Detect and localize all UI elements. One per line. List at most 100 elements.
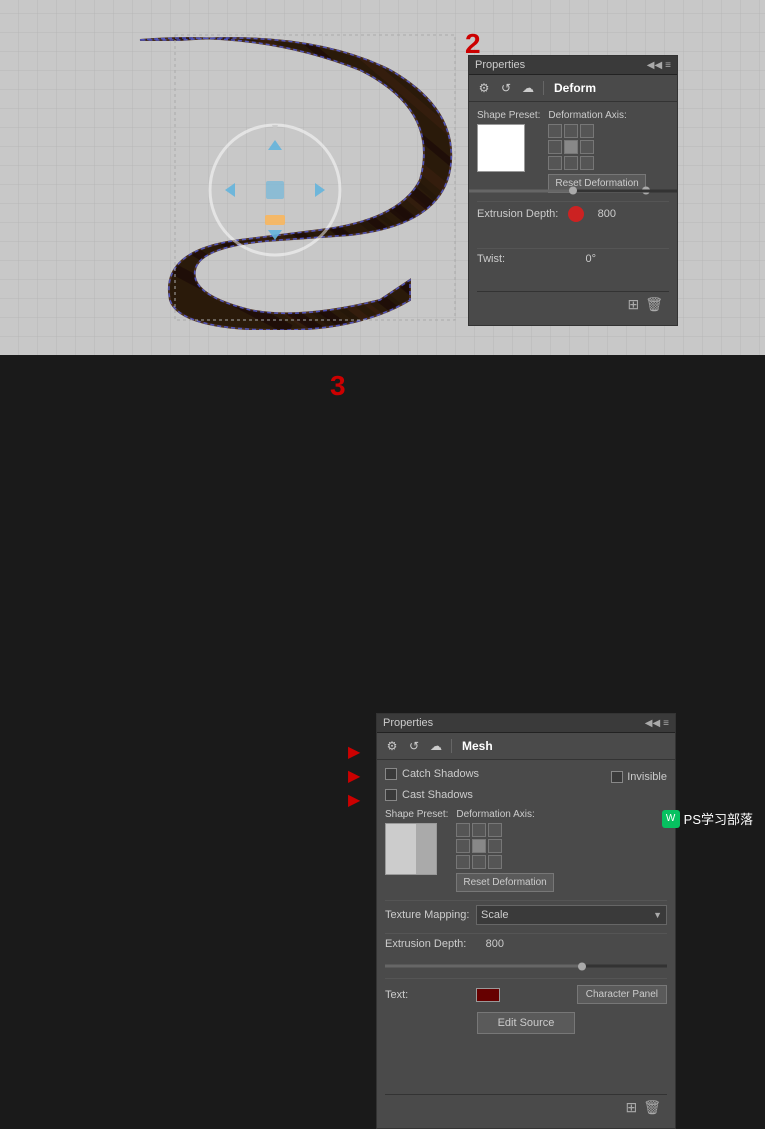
toolbar-icon-3[interactable]: ☁ bbox=[519, 79, 537, 97]
toolbar-icon-b2[interactable]: ↺ bbox=[405, 737, 423, 755]
axis-dot-b9[interactable] bbox=[488, 855, 502, 869]
panel-bottom-icon-b2[interactable]: 🗑 bbox=[643, 1099, 661, 1116]
red-arrow-1: ▶ bbox=[348, 745, 360, 761]
axis-dot-b7[interactable] bbox=[456, 855, 470, 869]
axis-dot-b2[interactable] bbox=[472, 823, 486, 837]
panel-icons-right: ◀◀ ≡ bbox=[647, 60, 671, 71]
canvas-area: 2 Properties ◀◀ ≡ ⚙ ↺ ☁ Deform Shape Pre… bbox=[0, 0, 765, 355]
panel-title-top: Properties bbox=[475, 59, 525, 71]
texture-mapping-row: Texture Mapping: Scale ▼ bbox=[385, 905, 667, 925]
axis-dot-6[interactable] bbox=[580, 140, 594, 154]
deformation-axis-label-bottom: Deformation Axis: bbox=[456, 809, 553, 820]
cast-shadows-checkbox[interactable] bbox=[385, 789, 397, 801]
twist-label: Twist: bbox=[477, 253, 562, 265]
extrusion-red-dot bbox=[568, 206, 584, 222]
panel-toolbar-top: ⚙ ↺ ☁ Deform bbox=[469, 75, 677, 102]
step-label-3: 3 bbox=[330, 370, 346, 402]
extrusion-depth-row-top: Extrusion Depth: 800 bbox=[477, 206, 669, 222]
extrusion-depth-value-bottom: 800 bbox=[476, 938, 504, 950]
toolbar-icon-1[interactable]: ⚙ bbox=[475, 79, 493, 97]
panel-bottom-icons-top: ⊞ 🗑 bbox=[477, 291, 669, 317]
axis-dot-5[interactable] bbox=[564, 140, 578, 154]
extrusion-slider-track-bottom[interactable] bbox=[385, 965, 667, 968]
cast-shadows-checkbox-row: Cast Shadows bbox=[385, 789, 667, 801]
panel-icons-right-bottom: ◀◀ ≡ bbox=[645, 718, 669, 729]
red-arrow-2: ▶ bbox=[348, 769, 360, 785]
texture-mapping-select[interactable]: Scale ▼ bbox=[476, 905, 667, 925]
panel-collapse-icon[interactable]: ◀◀ bbox=[647, 60, 662, 71]
panel-collapse-icon-bottom[interactable]: ◀◀ bbox=[645, 718, 660, 729]
axis-dot-b1[interactable] bbox=[456, 823, 470, 837]
red-arrow-3: ▶ bbox=[348, 793, 360, 809]
texture-mapping-label: Texture Mapping: bbox=[385, 909, 470, 921]
axis-dot-b3[interactable] bbox=[488, 823, 502, 837]
wechat-icon: W bbox=[662, 810, 680, 828]
extrusion-depth-label-bottom: Extrusion Depth: bbox=[385, 938, 470, 950]
shape-preset-box-top[interactable] bbox=[477, 124, 525, 172]
deformation-axis-section-bottom: Deformation Axis: Reset Deformation bbox=[456, 809, 553, 892]
text-label: Text: bbox=[385, 989, 470, 1001]
axis-dot-b8[interactable] bbox=[472, 855, 486, 869]
reset-deformation-btn-bottom[interactable]: Reset Deformation bbox=[456, 873, 553, 892]
catch-shadows-checkbox-row: Catch Shadows bbox=[385, 768, 479, 780]
extrusion-slider-thumb-bottom[interactable] bbox=[578, 962, 586, 970]
axis-dot-3[interactable] bbox=[580, 124, 594, 138]
section-title-bottom: Mesh bbox=[462, 739, 493, 753]
axis-dot-7[interactable] bbox=[548, 156, 562, 170]
panel-menu-icon-bottom[interactable]: ≡ bbox=[663, 718, 669, 729]
extrusion-slider-container-top bbox=[477, 230, 669, 244]
watermark-text: PS学习部落 bbox=[684, 809, 753, 828]
invisible-checkbox[interactable] bbox=[611, 771, 623, 783]
extrusion-depth-row-bottom: Extrusion Depth: 800 bbox=[385, 938, 667, 950]
axis-dot-8[interactable] bbox=[564, 156, 578, 170]
extrusion-slider-fill-bottom bbox=[385, 965, 582, 968]
toolbar-icon-b3[interactable]: ☁ bbox=[427, 737, 445, 755]
twist-slider-track[interactable] bbox=[469, 189, 677, 192]
toolbar-icon-2[interactable]: ↺ bbox=[497, 79, 515, 97]
axis-dot-2[interactable] bbox=[564, 124, 578, 138]
text-row: Text: Character Panel bbox=[385, 985, 667, 1004]
axis-dot-4[interactable] bbox=[548, 140, 562, 154]
axis-dot-1[interactable] bbox=[548, 124, 562, 138]
axis-dot-9[interactable] bbox=[580, 156, 594, 170]
shape-preset-section-bottom: Shape Preset: bbox=[385, 809, 448, 875]
invisible-box: Invisible bbox=[611, 768, 667, 785]
invisible-label: Invisible bbox=[627, 771, 667, 783]
twist-slider-fill bbox=[469, 189, 573, 192]
axis-dot-b4[interactable] bbox=[456, 839, 470, 853]
character-panel-btn[interactable]: Character Panel bbox=[577, 985, 667, 1004]
axis-dot-b6[interactable] bbox=[488, 839, 502, 853]
panel-bottom-icon-1[interactable]: ⊞ bbox=[627, 296, 639, 313]
properties-panel-bottom: Properties ◀◀ ≡ ⚙ ↺ ☁ Mesh Catch Shadows bbox=[376, 713, 676, 1129]
panel-content-top: Shape Preset: Deformation Axis: bbox=[469, 102, 677, 325]
toolbar-separator bbox=[543, 81, 544, 95]
edit-source-btn[interactable]: Edit Source bbox=[477, 1012, 576, 1034]
extrusion-slider-bottom-container bbox=[385, 958, 667, 974]
panel-divider-b2 bbox=[385, 933, 667, 934]
toolbar-icon-b1[interactable]: ⚙ bbox=[383, 737, 401, 755]
shape-preset-box-bottom[interactable] bbox=[385, 823, 437, 875]
twist-row: Twist: 0° bbox=[477, 253, 669, 265]
shape-preset-label-bottom: Shape Preset: bbox=[385, 809, 448, 820]
panel-menu-icon[interactable]: ≡ bbox=[665, 60, 671, 71]
panel-bottom-icon-b1[interactable]: ⊞ bbox=[625, 1099, 637, 1116]
deformation-axis-grid-bottom bbox=[456, 823, 553, 869]
panel-titlebar-top: Properties ◀◀ ≡ bbox=[469, 56, 677, 75]
twist-slider-thumb[interactable] bbox=[569, 187, 577, 195]
red-arrows-group: ▶ ▶ ▶ bbox=[348, 745, 360, 809]
shape-preset-section: Shape Preset: bbox=[477, 110, 540, 172]
catch-shadows-row: Catch Shadows Invisible bbox=[385, 768, 667, 785]
cast-shadows-label: Cast Shadows bbox=[402, 789, 473, 801]
select-arrow-icon: ▼ bbox=[653, 910, 662, 920]
s-letter-canvas bbox=[80, 20, 460, 330]
panel-bottom-icon-2[interactable]: 🗑 bbox=[645, 296, 663, 313]
text-color-box[interactable] bbox=[476, 988, 500, 1002]
panel-content-bottom: Catch Shadows Invisible Cast Shadows Sha… bbox=[377, 760, 675, 1128]
axis-dot-b5[interactable] bbox=[472, 839, 486, 853]
panel-titlebar-bottom: Properties ◀◀ ≡ bbox=[377, 714, 675, 733]
deformation-axis-grid-top bbox=[548, 124, 645, 170]
catch-shadows-checkbox[interactable] bbox=[385, 768, 397, 780]
extrusion-depth-label-top: Extrusion Depth: bbox=[477, 208, 562, 220]
panel-divider-2 bbox=[477, 248, 669, 249]
properties-panel-top: Properties ◀◀ ≡ ⚙ ↺ ☁ Deform Shape Prese… bbox=[468, 55, 678, 326]
